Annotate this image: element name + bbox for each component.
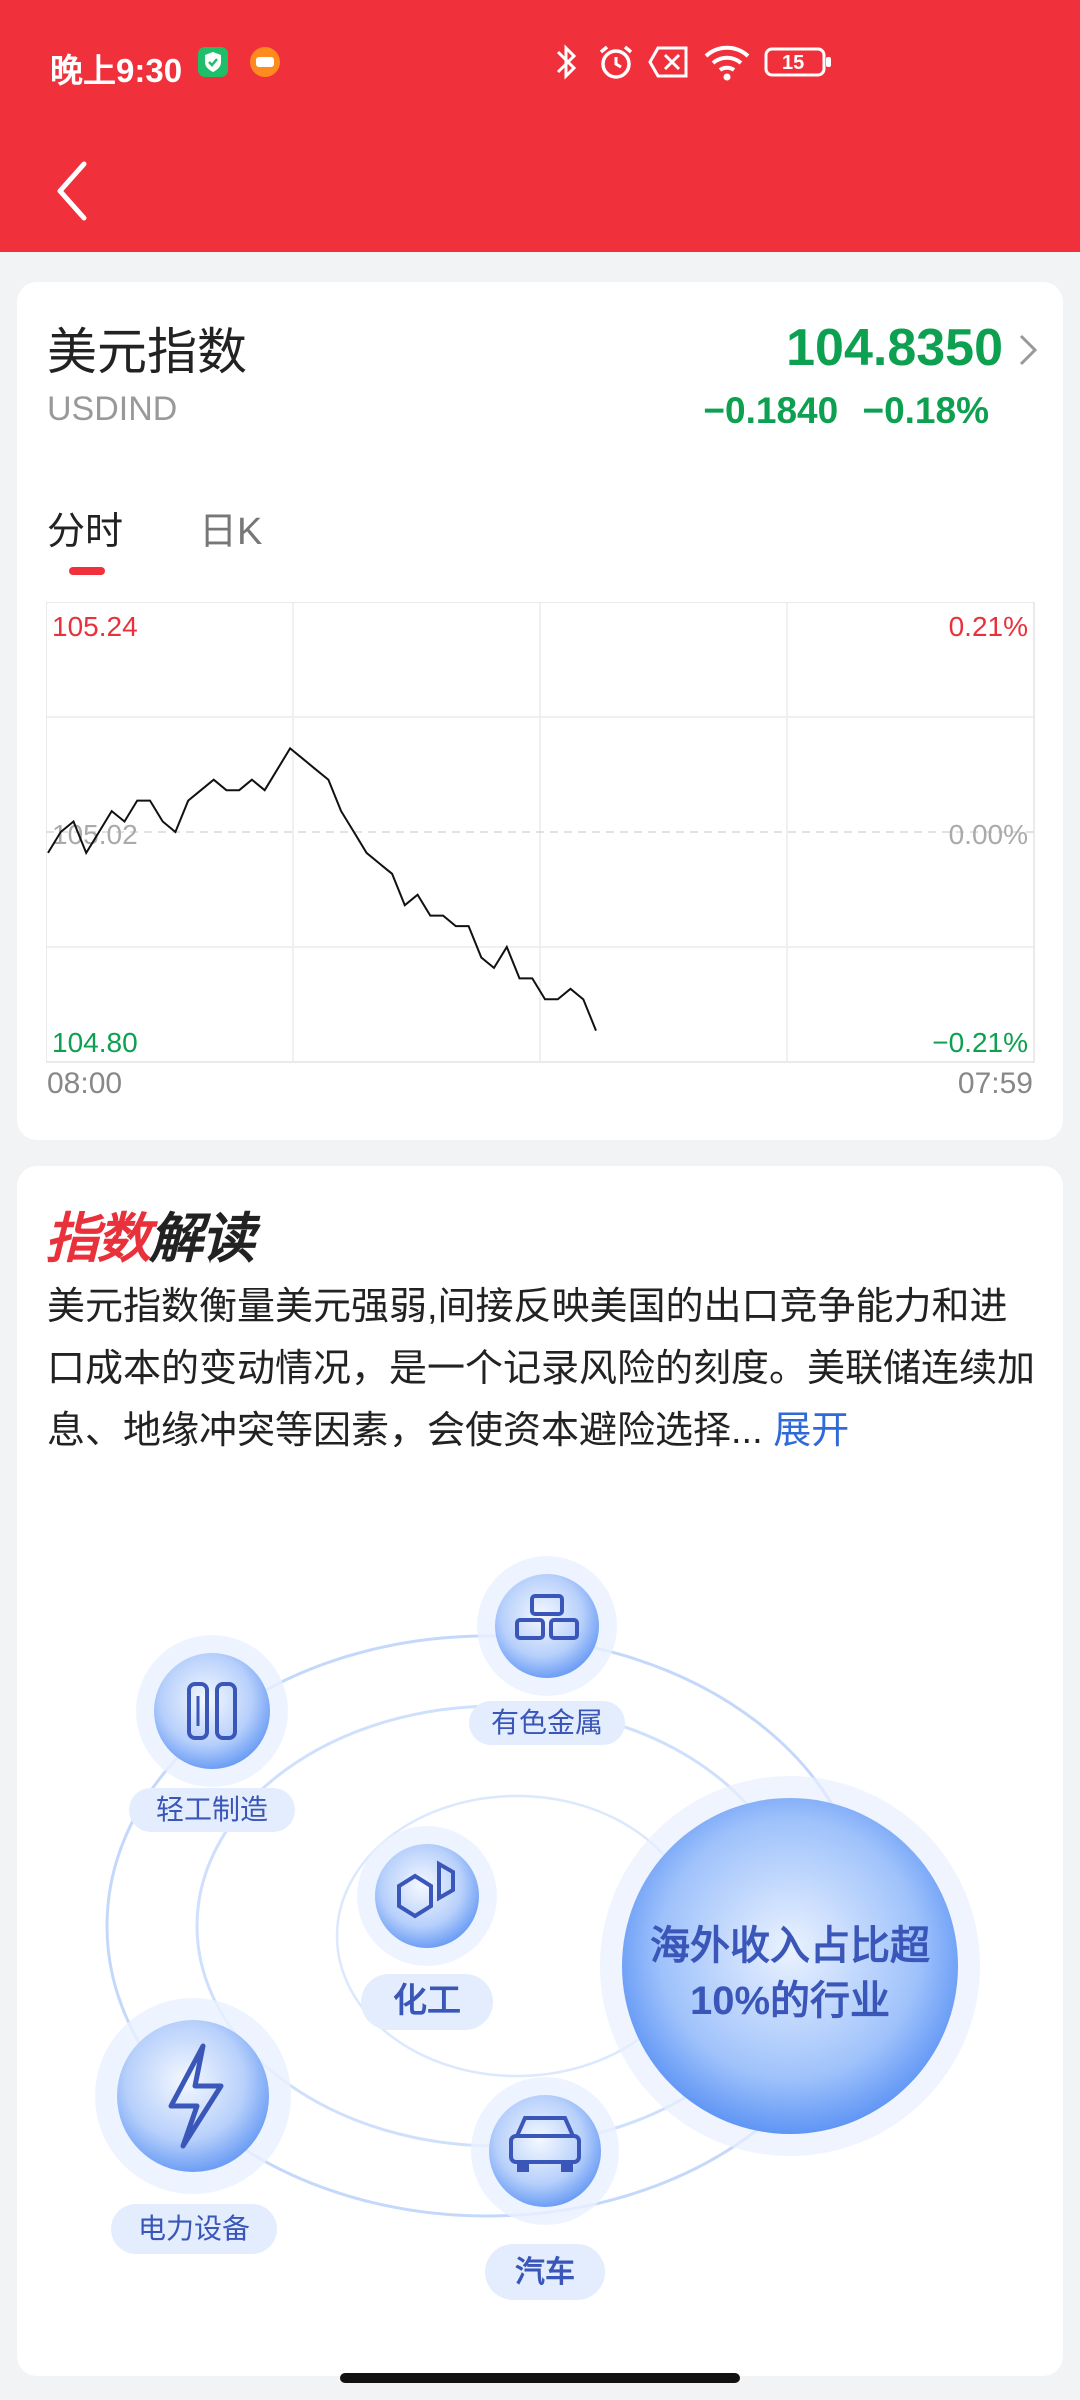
tab-intraday[interactable]: 分时 xyxy=(47,500,123,555)
index-price[interactable]: 104.8350 xyxy=(786,318,1003,378)
active-tab-indicator xyxy=(69,567,105,575)
y-pct-top: 0.21% xyxy=(949,611,1028,642)
section-title-part-b: 解读 xyxy=(149,1209,255,1269)
no-sim-icon xyxy=(648,46,690,83)
top-app-bar: 晚上9:30 15 xyxy=(0,0,1080,252)
section-title-part-a: 指数 xyxy=(45,1209,151,1269)
intraday-chart[interactable]: 105.24 105.02 104.80 0.21% 0.00% −0.21% xyxy=(45,601,1036,1069)
change-percent: −0.18% xyxy=(862,390,989,431)
industry-label-chemical: 化工 xyxy=(393,1982,461,2020)
index-name: 美元指数 xyxy=(47,324,247,380)
industry-light-manufacturing: 轻工制造 xyxy=(129,1635,295,1832)
center-text-line2: 10%的行业 xyxy=(690,1979,890,2023)
center-text-line1: 海外收入占比超 xyxy=(650,1924,931,1968)
interpretation-card: 指数解读 美元指数衡量美元强弱,间接反映美国的出口竞争能力和进口成本的变动情况，… xyxy=(17,1166,1063,2376)
industry-chemical: 化工 xyxy=(357,1826,497,2030)
back-icon[interactable] xyxy=(52,156,92,226)
change-value: −0.1840 xyxy=(703,390,839,431)
section-title: 指数解读 xyxy=(45,1194,255,1273)
shield-icon xyxy=(197,46,229,83)
industry-nonferrous: 有色金属 xyxy=(469,1556,625,1745)
quote-card: 美元指数 USDIND 104.8350 −0.1840 −0.18% 分时 日… xyxy=(17,282,1063,1140)
y-label-mid: 105.02 xyxy=(52,819,138,850)
home-indicator[interactable] xyxy=(340,2373,740,2383)
industry-automobile: 汽车 xyxy=(471,2077,619,2300)
tab-daily-k[interactable]: 日K xyxy=(199,500,262,555)
wifi-icon xyxy=(703,42,751,87)
y-label-bottom: 104.80 xyxy=(52,1027,138,1058)
app-notification-icon xyxy=(249,46,281,83)
industry-label-power-equipment: 电力设备 xyxy=(138,2213,250,2244)
x-label-start: 08:00 xyxy=(47,1067,123,1100)
industry-illustration: 海外收入占比超 10%的行业 有色金属 轻工制造 化工 电力设备 汽车 xyxy=(17,1496,1063,2381)
industry-label-light-manufacturing: 轻工制造 xyxy=(156,1794,268,1825)
interpretation-text: 美元指数衡量美元强弱,间接反映美国的出口竞争能力和进口成本的变动情况，是一个记录… xyxy=(47,1276,1037,1462)
y-label-top: 105.24 xyxy=(52,611,138,642)
y-pct-bottom: −0.21% xyxy=(932,1027,1028,1058)
industry-label-nonferrous: 有色金属 xyxy=(491,1707,603,1738)
expand-link[interactable]: 展开 xyxy=(773,1410,849,1452)
index-code: USDIND xyxy=(47,390,178,428)
x-label-end: 07:59 xyxy=(957,1067,1033,1100)
battery-level: 15 xyxy=(782,52,805,74)
interpretation-body: 美元指数衡量美元强弱,间接反映美国的出口竞争能力和进口成本的变动情况，是一个记录… xyxy=(47,1286,1036,1452)
status-time: 晚上9:30 xyxy=(50,52,183,89)
industry-label-automobile: 汽车 xyxy=(515,2255,575,2289)
y-pct-mid: 0.00% xyxy=(949,819,1028,850)
chevron-right-icon[interactable] xyxy=(1017,332,1039,368)
alarm-icon xyxy=(596,42,636,87)
price-line xyxy=(47,746,597,1031)
industry-power-equipment: 电力设备 xyxy=(95,1998,291,2254)
index-change: −0.1840 −0.18% xyxy=(703,390,989,432)
bluetooth-icon xyxy=(554,42,580,87)
